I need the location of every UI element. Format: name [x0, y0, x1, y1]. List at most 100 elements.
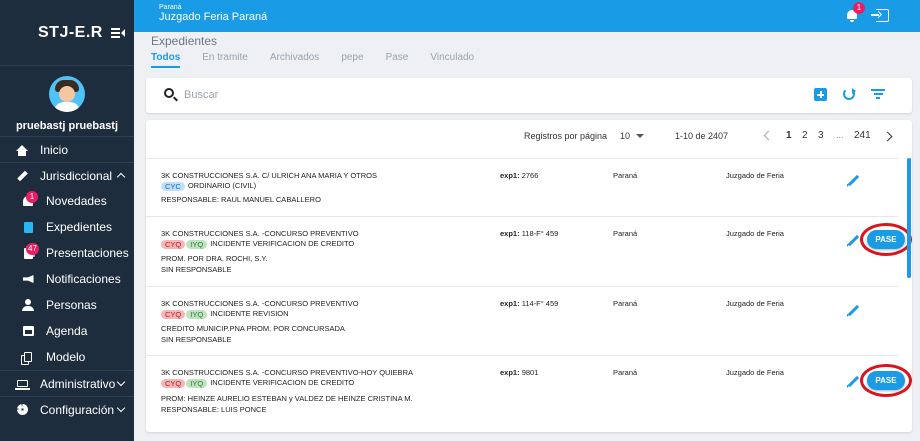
sidebar-item-notificaciones[interactable]: Notificaciones: [0, 266, 134, 292]
rows-per-page-select[interactable]: 10: [620, 131, 630, 141]
sidebar-item-label: Notificaciones: [46, 272, 121, 286]
page-title: Expedientes: [151, 34, 218, 48]
avatar: [49, 76, 85, 112]
edit-icon[interactable]: [847, 174, 860, 187]
sidebar-item-label: Agenda: [46, 324, 88, 338]
row-type-label: INCIDENTE REVISION: [210, 309, 289, 318]
refresh-icon[interactable]: [843, 88, 856, 100]
tag: IYQ: [186, 239, 208, 249]
novedades-badge: 1: [26, 191, 38, 203]
tab-pepe[interactable]: pepe: [341, 52, 363, 68]
sidebar-item-personas[interactable]: Personas: [0, 292, 134, 318]
row-exp: exp1: 9801: [500, 368, 539, 377]
search-input[interactable]: [184, 87, 484, 103]
row-exp: exp1: 2766: [500, 171, 539, 180]
tab-en-tramite[interactable]: En tramite: [202, 52, 248, 68]
tag: IYQ: [186, 309, 208, 319]
sidebar-item-label: Inicio: [40, 142, 69, 157]
chevron-down-icon: [116, 377, 126, 387]
row-responsable: SIN RESPONSABLE: [161, 335, 232, 344]
pase-button[interactable]: PASE: [867, 371, 905, 390]
edit-icon[interactable]: [847, 234, 860, 247]
row-type: CYQ IYQ INCIDENTE VERIFICACION DE CREDITO: [161, 378, 354, 388]
home-icon: [16, 144, 28, 156]
topbar-region: Paraná: [159, 4, 182, 11]
table-row[interactable]: 3K CONSTRUCCIONES S.A. -CONCURSO PREVENT…: [146, 355, 912, 432]
topbar-title: Juzgado Feria Paraná: [159, 11, 268, 23]
gavel-icon: [16, 170, 28, 182]
pagination-ellipsis: ...: [836, 130, 844, 140]
row-detail: CREDITO MUNICIP.PNA PROM. POR CONCURSADA: [161, 324, 345, 333]
sidebar-item-label: Administrativo: [40, 376, 116, 391]
sidebar-item-label: Modelo: [46, 350, 86, 364]
tab-vinculado[interactable]: Vinculado: [430, 52, 474, 68]
document-icon: [22, 221, 34, 233]
row-city: Paraná: [613, 229, 638, 238]
announcement-icon: [22, 273, 34, 285]
tag: IYQ: [186, 378, 208, 388]
row-type: CYQ IYQ INCIDENTE REVISION: [161, 309, 289, 319]
row-title: 3K CONSTRUCCIONES S.A. -CONCURSO PREVENT…: [161, 299, 359, 308]
tag: CYQ: [161, 378, 186, 388]
scrollbar[interactable]: [907, 158, 911, 278]
tag: CYC: [161, 181, 185, 191]
tab-archivados[interactable]: Archivados: [270, 52, 319, 68]
tab-pase[interactable]: Pase: [386, 52, 409, 68]
filter-icon[interactable]: [871, 89, 885, 100]
page-1[interactable]: 1: [786, 130, 792, 141]
laptop-icon: [14, 378, 30, 390]
page-last[interactable]: 241: [854, 130, 871, 141]
tag: CYQ: [161, 239, 186, 249]
table-row[interactable]: 3K CONSTRUCCIONES S.A. -CONCURSO PREVENT…: [146, 286, 898, 355]
sidebar-item-expedientes[interactable]: Expedientes: [0, 214, 134, 240]
sidebar-item-label: Configuración: [40, 402, 115, 417]
edit-icon[interactable]: [847, 304, 860, 317]
row-type: CYQ IYQ INCIDENTE VERIFICACION DE CREDITO: [161, 239, 354, 249]
top-bar: Paraná Juzgado Feria Paraná 1: [134, 0, 920, 32]
table-row[interactable]: 3K CONSTRUCCIONES S.A. -CONCURSO PREVENT…: [146, 216, 912, 286]
tag: CYQ: [161, 309, 186, 319]
sidebar-item-jurisdiccional[interactable]: Jurisdiccional: [0, 162, 134, 188]
tab-todos[interactable]: Todos: [151, 52, 181, 68]
caret-down-icon[interactable]: [636, 134, 644, 138]
menu-collapse-icon[interactable]: [110, 27, 125, 39]
row-city: Paraná: [613, 171, 638, 180]
row-title: 3K CONSTRUCCIONES S.A. -CONCURSO PREVENT…: [161, 229, 359, 238]
sidebar-item-agenda[interactable]: Agenda: [0, 318, 134, 344]
expedientes-table: Registros por página 10 1-10 de 2407 1 2…: [146, 120, 912, 432]
row-type: CYC ORDINARIO (CIVIL): [161, 181, 256, 191]
sidebar-item-novedades[interactable]: 1 Novedades: [0, 188, 134, 214]
page-2[interactable]: 2: [802, 130, 808, 141]
row-court: Juzgado de Feria: [726, 368, 784, 377]
row-court: Juzgado de Feria: [726, 229, 784, 238]
table-row[interactable]: 3K CONSTRUCCIONES S.A. C/ ULRICH ANA MAR…: [146, 158, 898, 216]
row-title: 3K CONSTRUCCIONES S.A. -CONCURSO PREVENT…: [161, 368, 413, 377]
chevron-left-icon[interactable]: [763, 130, 774, 141]
row-detail: PROM: HEINZE AURELIO ESTEBAN y VALDEZ DE…: [161, 394, 413, 403]
sidebar-item-label: Presentaciones: [46, 246, 129, 260]
row-type-label: INCIDENTE VERIFICACION DE CREDITO: [210, 378, 355, 387]
sidebar-item-administrativo[interactable]: Administrativo: [0, 370, 134, 396]
sidebar-item-configuracion[interactable]: Configuración: [0, 396, 134, 422]
edit-icon[interactable]: [847, 375, 860, 388]
brand-title: STJ-E.R: [38, 23, 103, 41]
sidebar-item-presentaciones[interactable]: 47 Presentaciones: [0, 240, 134, 266]
row-city: Paraná: [613, 368, 638, 377]
sidebar-item-modelo[interactable]: Modelo: [0, 344, 134, 370]
sidebar-item-label: Jurisdiccional: [40, 168, 113, 183]
logout-icon[interactable]: [871, 9, 889, 22]
add-icon[interactable]: [814, 88, 827, 101]
chevron-up-icon: [116, 172, 126, 182]
sidebar-item-inicio[interactable]: Inicio: [0, 136, 134, 162]
row-title: 3K CONSTRUCCIONES S.A. C/ ULRICH ANA MAR…: [161, 171, 378, 180]
pase-button[interactable]: PASE: [867, 230, 905, 249]
chevron-right-icon[interactable]: [882, 131, 893, 142]
page-3[interactable]: 3: [818, 130, 824, 141]
gear-icon: [16, 404, 28, 416]
row-responsable: RESPONSABLE: LUIS PONCE: [161, 405, 267, 414]
chevron-down-icon: [116, 403, 126, 413]
row-detail: RESPONSABLE: RAUL MANUEL CABALLERO: [161, 195, 321, 204]
row-type-label: INCIDENTE VERIFICACION DE CREDITO: [210, 239, 355, 248]
sidebar-item-label: Novedades: [46, 194, 107, 208]
calendar-icon: [22, 325, 34, 337]
